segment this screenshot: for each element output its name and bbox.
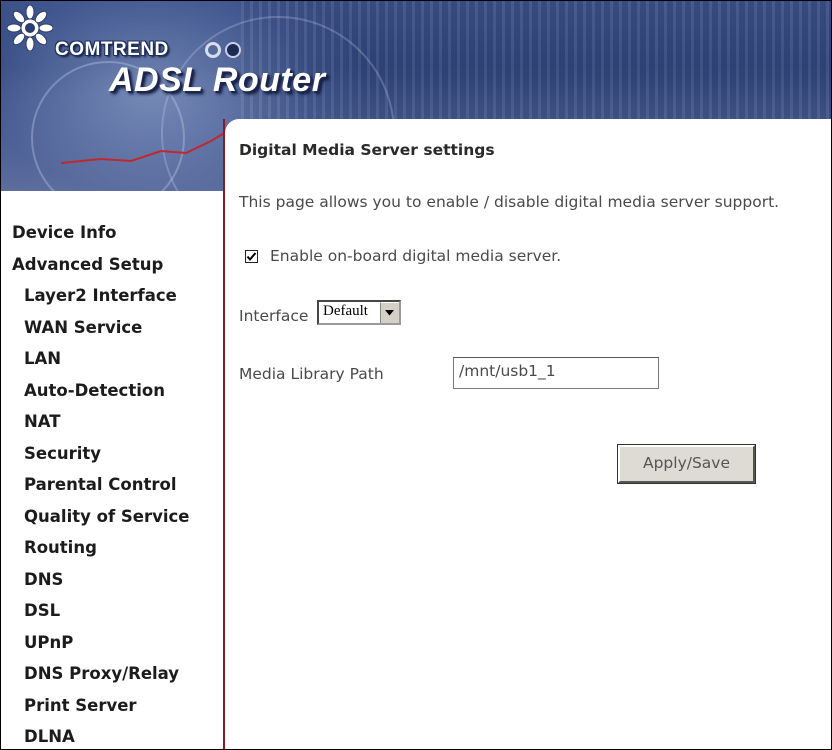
brand-dots (205, 42, 245, 62)
sidebar-item-dns[interactable]: DNS (1, 568, 189, 600)
main-content: Digital Media Server settings This page … (225, 119, 831, 749)
brand-name: COMTREND (55, 39, 169, 60)
router-page: COMTREND ADSL Router Device Info Advance… (0, 0, 832, 750)
sidebar-nav: Device Info Advanced Setup Layer2 Interf… (1, 221, 189, 749)
interface-label: Interface (239, 307, 309, 325)
sidebar-item-device-info[interactable]: Device Info (1, 221, 189, 253)
sidebar-item-routing[interactable]: Routing (1, 536, 189, 568)
sidebar-item-advanced-setup[interactable]: Advanced Setup (1, 253, 189, 285)
apply-save-button[interactable]: Apply/Save (617, 444, 756, 484)
sidebar-item-print-server[interactable]: Print Server (1, 694, 189, 726)
enable-dms-checkbox[interactable] (245, 249, 258, 263)
page-description: This page allows you to enable / disable… (239, 193, 780, 211)
interface-selected-value: Default (323, 303, 368, 319)
dropdown-arrow-icon[interactable] (380, 302, 399, 323)
interface-select[interactable]: Default (317, 300, 401, 325)
sidebar-item-lan[interactable]: LAN (1, 347, 189, 379)
brand-emblem-icon (7, 5, 53, 51)
sidebar-item-dsl[interactable]: DSL (1, 599, 189, 631)
sidebar-item-layer2-interface[interactable]: Layer2 Interface (1, 284, 189, 316)
enable-dms-label: Enable on-board digital media server. (270, 247, 562, 265)
media-library-path-label: Media Library Path (239, 365, 384, 383)
checkmark-icon (246, 251, 257, 261)
sidebar-item-nat[interactable]: NAT (1, 410, 189, 442)
sidebar-item-parental-control[interactable]: Parental Control (1, 473, 189, 505)
media-library-path-input[interactable]: /mnt/usb1_1 (453, 357, 659, 389)
sidebar: Device Info Advanced Setup Layer2 Interf… (1, 191, 223, 749)
sidebar-item-quality-of-service[interactable]: Quality of Service (1, 505, 189, 537)
page-title: Digital Media Server settings (239, 141, 495, 159)
sidebar-item-upnp[interactable]: UPnP (1, 631, 189, 663)
sidebar-item-wan-service[interactable]: WAN Service (1, 316, 189, 348)
sidebar-item-dlna[interactable]: DLNA (1, 725, 189, 749)
product-title: ADSL Router (109, 61, 326, 99)
enable-row: Enable on-board digital media server. (245, 247, 561, 265)
sidebar-item-auto-detection[interactable]: Auto-Detection (1, 379, 189, 411)
sidebar-item-dns-proxy-relay[interactable]: DNS Proxy/Relay (1, 662, 189, 694)
brand-logo: COMTREND (7, 5, 247, 65)
sidebar-item-security[interactable]: Security (1, 442, 189, 474)
